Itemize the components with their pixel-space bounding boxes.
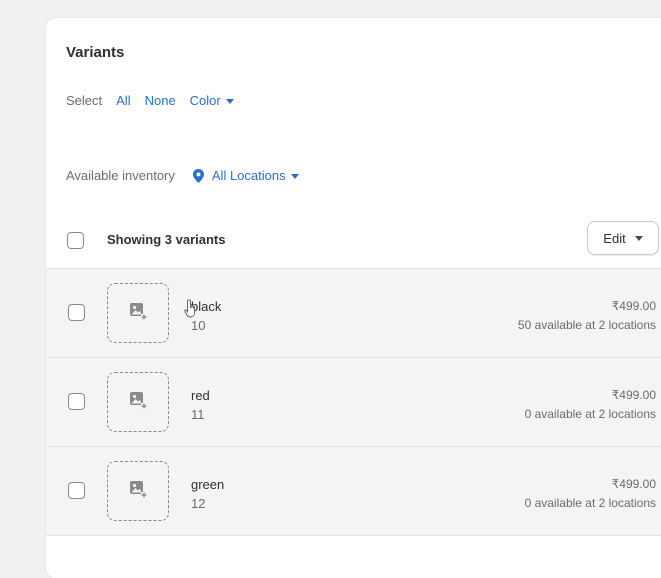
chevron-down-icon <box>634 236 643 241</box>
variant-checkbox[interactable] <box>68 304 85 321</box>
select-label: Select <box>66 93 103 108</box>
variant-availability: 0 available at 2 locations <box>524 496 656 510</box>
variant-row[interactable]: red 11 ₹499.00 0 available at 2 location… <box>46 358 661 447</box>
variant-checkbox[interactable] <box>68 393 85 410</box>
add-image-placeholder[interactable] <box>107 283 169 343</box>
add-image-placeholder[interactable] <box>107 461 169 521</box>
showing-count: Showing 3 variants <box>107 232 226 247</box>
edit-button-label: Edit <box>603 230 626 246</box>
hand-cursor-icon <box>184 299 200 324</box>
variant-sku: 12 <box>191 496 206 511</box>
variants-card: Variants Select All None Color Available… <box>46 18 661 578</box>
variant-availability: 50 available at 2 locations <box>517 318 656 332</box>
variant-price: ₹499.00 <box>611 299 656 313</box>
inventory-row: Available inventory All Locations <box>66 168 313 183</box>
add-image-icon <box>128 390 148 415</box>
variant-price: ₹499.00 <box>611 477 656 491</box>
edit-button[interactable]: Edit <box>587 221 659 255</box>
add-image-placeholder[interactable] <box>107 372 169 432</box>
variant-row[interactable]: green 12 ₹499.00 0 available at 2 locati… <box>46 447 661 536</box>
variant-row[interactable]: black 10 ₹499.00 50 available at 2 locat… <box>46 269 661 358</box>
locations-label: All Locations <box>211 168 286 183</box>
location-pin-icon <box>192 168 204 183</box>
card-title: Variants <box>66 44 125 61</box>
variant-name[interactable]: green <box>191 477 224 492</box>
chevron-down-icon <box>225 98 234 104</box>
add-image-icon <box>128 479 148 504</box>
variant-name[interactable]: red <box>191 388 210 403</box>
add-image-icon <box>128 301 148 326</box>
select-all-link[interactable]: All <box>116 93 130 108</box>
variants-list-header: Showing 3 variants Edit <box>46 216 661 269</box>
select-row: Select All None Color <box>66 93 248 108</box>
select-color-dropdown[interactable]: Color <box>190 93 234 108</box>
inventory-label: Available inventory <box>66 168 175 183</box>
select-none-link[interactable]: None <box>145 93 176 108</box>
locations-dropdown[interactable]: All Locations <box>192 168 299 183</box>
select-color-label: Color <box>189 93 221 108</box>
variant-availability: 0 available at 2 locations <box>524 407 656 421</box>
select-all-checkbox[interactable] <box>67 232 84 249</box>
variant-price: ₹499.00 <box>611 388 656 402</box>
variant-sku: 11 <box>191 407 205 422</box>
chevron-down-icon <box>290 173 299 179</box>
variant-checkbox[interactable] <box>68 482 85 499</box>
